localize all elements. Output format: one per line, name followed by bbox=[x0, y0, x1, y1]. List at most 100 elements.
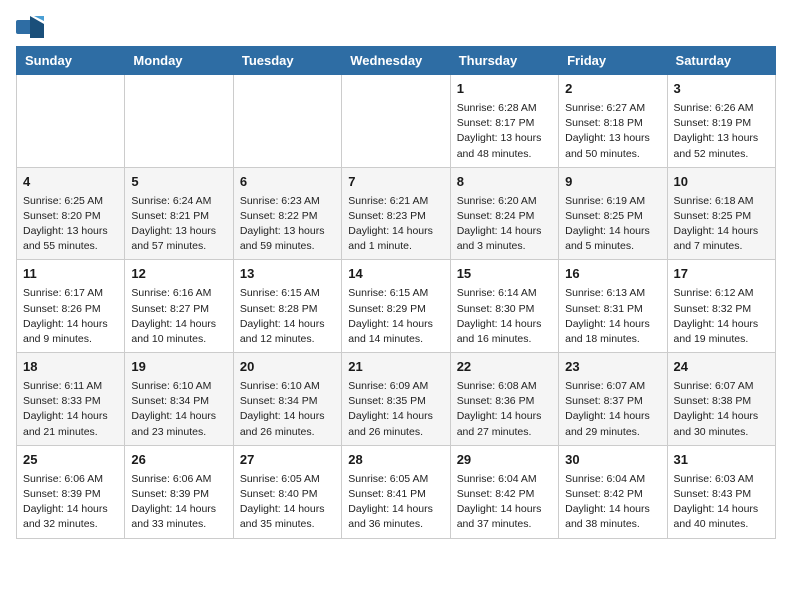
cell-content-line: Sunset: 8:21 PM bbox=[131, 209, 226, 224]
calendar-cell bbox=[233, 75, 341, 168]
calendar-cell: 28Sunrise: 6:05 AMSunset: 8:41 PMDayligh… bbox=[342, 445, 450, 538]
cell-content-line: Sunset: 8:33 PM bbox=[23, 394, 118, 409]
calendar-cell: 30 Sunrise: 6:04 AMSunset: 8:42 PMDayligh… bbox=[559, 445, 667, 538]
cell-content-line: and 33 minutes. bbox=[131, 517, 226, 532]
cell-content-line: Daylight: 14 hours bbox=[23, 502, 118, 517]
calendar-cell: 22Sunrise: 6:08 AMSunset: 8:36 PMDayligh… bbox=[450, 353, 558, 446]
cell-content-line: and 30 minutes. bbox=[674, 425, 769, 440]
cell-content-line: Sunset: 8:34 PM bbox=[131, 394, 226, 409]
calendar-cell: 25 Sunrise: 6:06 AMSunset: 8:39 PMDayligh… bbox=[17, 445, 125, 538]
cell-content-line: Sunrise: 6:04 AM bbox=[565, 472, 660, 487]
day-number: 3 bbox=[674, 80, 769, 99]
cell-content-line: Sunset: 8:42 PM bbox=[565, 487, 660, 502]
cell-content-line: and 18 minutes. bbox=[565, 332, 660, 347]
cell-content-line: Sunrise: 6:24 AM bbox=[131, 194, 226, 209]
cell-content-line: and 14 minutes. bbox=[348, 332, 443, 347]
day-number: 11 bbox=[23, 265, 118, 284]
cell-content-line: Sunrise: 6:12 AM bbox=[674, 286, 769, 301]
cell-content-line: Daylight: 14 hours bbox=[674, 502, 769, 517]
day-number: 22 bbox=[457, 358, 552, 377]
day-number: 17 bbox=[674, 265, 769, 284]
day-number: 31 bbox=[674, 451, 769, 470]
calendar-cell: 31Sunrise: 6:03 AMSunset: 8:43 PMDayligh… bbox=[667, 445, 775, 538]
cell-content-line: and 26 minutes. bbox=[348, 425, 443, 440]
cell-content-line: Daylight: 14 hours bbox=[23, 409, 118, 424]
cell-content-line: and 57 minutes. bbox=[131, 239, 226, 254]
cell-content-line: Sunrise: 6:14 AM bbox=[457, 286, 552, 301]
calendar-cell: 15Sunrise: 6:14 AMSunset: 8:30 PMDayligh… bbox=[450, 260, 558, 353]
day-number: 14 bbox=[348, 265, 443, 284]
cell-content-line: Sunset: 8:25 PM bbox=[565, 209, 660, 224]
day-number: 25 bbox=[23, 451, 118, 470]
cell-content-line: Daylight: 14 hours bbox=[131, 502, 226, 517]
day-number: 12 bbox=[131, 265, 226, 284]
calendar-cell bbox=[17, 75, 125, 168]
day-number: 7 bbox=[348, 173, 443, 192]
calendar-cell: 14Sunrise: 6:15 AMSunset: 8:29 PMDayligh… bbox=[342, 260, 450, 353]
day-number: 28 bbox=[348, 451, 443, 470]
cell-content-line: and 32 minutes. bbox=[23, 517, 118, 532]
cell-content-line: Sunrise: 6:19 AM bbox=[565, 194, 660, 209]
cell-content-line: Daylight: 13 hours bbox=[565, 131, 660, 146]
cell-content-line: Daylight: 13 hours bbox=[457, 131, 552, 146]
cell-content-line: Daylight: 14 hours bbox=[23, 317, 118, 332]
day-number: 29 bbox=[457, 451, 552, 470]
cell-content-line: and 7 minutes. bbox=[674, 239, 769, 254]
cell-content-line: Daylight: 14 hours bbox=[565, 502, 660, 517]
calendar-table: SundayMondayTuesdayWednesdayThursdayFrid… bbox=[16, 46, 776, 539]
day-number: 13 bbox=[240, 265, 335, 284]
calendar-cell: 23Sunrise: 6:07 AMSunset: 8:37 PMDayligh… bbox=[559, 353, 667, 446]
day-number: 24 bbox=[674, 358, 769, 377]
cell-content-line: Sunrise: 6:05 AM bbox=[240, 472, 335, 487]
weekday-header-wednesday: Wednesday bbox=[342, 47, 450, 75]
cell-content-line: Sunset: 8:18 PM bbox=[565, 116, 660, 131]
cell-content-line: Sunset: 8:24 PM bbox=[457, 209, 552, 224]
cell-content-line: Sunrise: 6:08 AM bbox=[457, 379, 552, 394]
cell-content-line: Sunrise: 6:05 AM bbox=[348, 472, 443, 487]
calendar-cell: 10Sunrise: 6:18 AMSunset: 8:25 PMDayligh… bbox=[667, 167, 775, 260]
cell-content-line: Sunrise: 6:07 AM bbox=[674, 379, 769, 394]
cell-content-line: Sunrise: 6:13 AM bbox=[565, 286, 660, 301]
calendar-cell bbox=[342, 75, 450, 168]
cell-content-line: Sunrise: 6:17 AM bbox=[23, 286, 118, 301]
cell-content-line: Daylight: 14 hours bbox=[240, 502, 335, 517]
weekday-header-tuesday: Tuesday bbox=[233, 47, 341, 75]
cell-content-line: Sunset: 8:39 PM bbox=[23, 487, 118, 502]
calendar-cell: 2Sunrise: 6:27 AMSunset: 8:18 PMDaylight… bbox=[559, 75, 667, 168]
cell-content-line: and 59 minutes. bbox=[240, 239, 335, 254]
cell-content-line: Daylight: 13 hours bbox=[131, 224, 226, 239]
cell-content-line: Sunset: 8:32 PM bbox=[674, 302, 769, 317]
calendar-week-3: 11Sunrise: 6:17 AMSunset: 8:26 PMDayligh… bbox=[17, 260, 776, 353]
cell-content-line: Sunset: 8:39 PM bbox=[131, 487, 226, 502]
calendar-cell: 17Sunrise: 6:12 AMSunset: 8:32 PMDayligh… bbox=[667, 260, 775, 353]
day-number: 1 bbox=[457, 80, 552, 99]
cell-content-line: Sunrise: 6:06 AM bbox=[131, 472, 226, 487]
cell-content-line: Daylight: 14 hours bbox=[348, 502, 443, 517]
calendar-week-5: 25Sunrise: 6:06 AMSunset: 8:39 PMDayligh… bbox=[17, 445, 776, 538]
day-number: 30 bbox=[565, 451, 660, 470]
cell-content-line: Daylight: 13 hours bbox=[674, 131, 769, 146]
cell-content-line: and 26 minutes. bbox=[240, 425, 335, 440]
cell-content-line: Sunrise: 6:15 AM bbox=[240, 286, 335, 301]
cell-content-line: Sunset: 8:30 PM bbox=[457, 302, 552, 317]
cell-content-line: Sunset: 8:43 PM bbox=[674, 487, 769, 502]
cell-content-line: Sunrise: 6:06 AM bbox=[23, 472, 118, 487]
weekday-header-monday: Monday bbox=[125, 47, 233, 75]
day-number: 27 bbox=[240, 451, 335, 470]
calendar-cell: 29Sunrise: 6:04 AMSunset: 8:42 PMDayligh… bbox=[450, 445, 558, 538]
weekday-header-sunday: Sunday bbox=[17, 47, 125, 75]
cell-content-line: and 52 minutes. bbox=[674, 147, 769, 162]
cell-content-line: Daylight: 14 hours bbox=[565, 224, 660, 239]
cell-content-line: Daylight: 14 hours bbox=[674, 224, 769, 239]
cell-content-line: Sunrise: 6:09 AM bbox=[348, 379, 443, 394]
day-number: 2 bbox=[565, 80, 660, 99]
calendar-cell: 6Sunrise: 6:23 AMSunset: 8:22 PMDaylight… bbox=[233, 167, 341, 260]
cell-content-line: Sunset: 8:22 PM bbox=[240, 209, 335, 224]
calendar-cell: 11Sunrise: 6:17 AMSunset: 8:26 PMDayligh… bbox=[17, 260, 125, 353]
weekday-header-saturday: Saturday bbox=[667, 47, 775, 75]
day-number: 18 bbox=[23, 358, 118, 377]
header bbox=[16, 16, 776, 38]
day-number: 15 bbox=[457, 265, 552, 284]
day-number: 5 bbox=[131, 173, 226, 192]
day-number: 23 bbox=[565, 358, 660, 377]
